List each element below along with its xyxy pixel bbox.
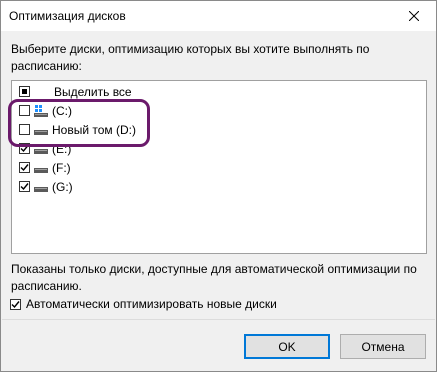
drive-e-checkbox[interactable] (19, 143, 30, 154)
windows-drive-icon (34, 104, 48, 117)
note-text: Показаны только диски, доступные для авт… (11, 262, 417, 293)
cancel-button[interactable]: Отмена (340, 334, 426, 359)
drive-f-checkbox[interactable] (19, 162, 30, 173)
drive-f-label: (F:) (52, 160, 71, 175)
drive-icon (34, 129, 48, 135)
select-all-row[interactable]: Выделить все (12, 83, 312, 100)
drive-row-c[interactable]: (C:) (12, 102, 312, 119)
drive-d-checkbox[interactable] (19, 124, 30, 135)
auto-optimize-checkbox[interactable] (10, 298, 21, 310)
drive-row-e[interactable]: (E:) (12, 140, 312, 157)
checkmark-icon (11, 300, 20, 308)
instruction-text: Выберите диски, оптимизацию которых вы х… (11, 42, 370, 73)
drive-list[interactable]: Выделить все (C:) Новый том (D:) (E:) (F… (11, 80, 427, 254)
drive-icon (34, 167, 48, 173)
checkmark-icon (20, 183, 29, 191)
drive-row-f[interactable]: (F:) (12, 159, 312, 176)
auto-optimize-row[interactable]: Автоматически оптимизировать новые диски (10, 297, 277, 311)
drive-row-d[interactable]: Новый том (D:) (12, 121, 312, 138)
drive-d-label: Новый том (D:) (52, 122, 136, 137)
drive-icon (34, 186, 48, 192)
drive-g-checkbox[interactable] (19, 181, 30, 192)
select-all-checkbox[interactable] (19, 86, 30, 97)
checkmark-icon (20, 145, 29, 153)
drive-icon (34, 148, 48, 154)
checkmark-icon (20, 164, 29, 172)
close-button[interactable] (392, 1, 436, 31)
optimize-drives-dialog: Оптимизация дисков Выберите диски, оптим… (0, 0, 437, 372)
drive-c-label: (C:) (52, 103, 72, 118)
window-title: Оптимизация дисков (9, 9, 126, 23)
drive-c-checkbox[interactable] (19, 105, 30, 116)
drive-e-label: (E:) (52, 141, 72, 156)
drive-row-g[interactable]: (G:) (12, 178, 312, 195)
close-icon (409, 11, 419, 21)
button-bar: OK Отмена (2, 319, 435, 370)
auto-optimize-label: Автоматически оптимизировать новые диски (26, 297, 277, 311)
title-bar: Оптимизация дисков (1, 1, 436, 31)
drive-g-label: (G:) (52, 179, 73, 194)
ok-button[interactable]: OK (244, 334, 330, 359)
select-all-label: Выделить все (54, 84, 132, 99)
